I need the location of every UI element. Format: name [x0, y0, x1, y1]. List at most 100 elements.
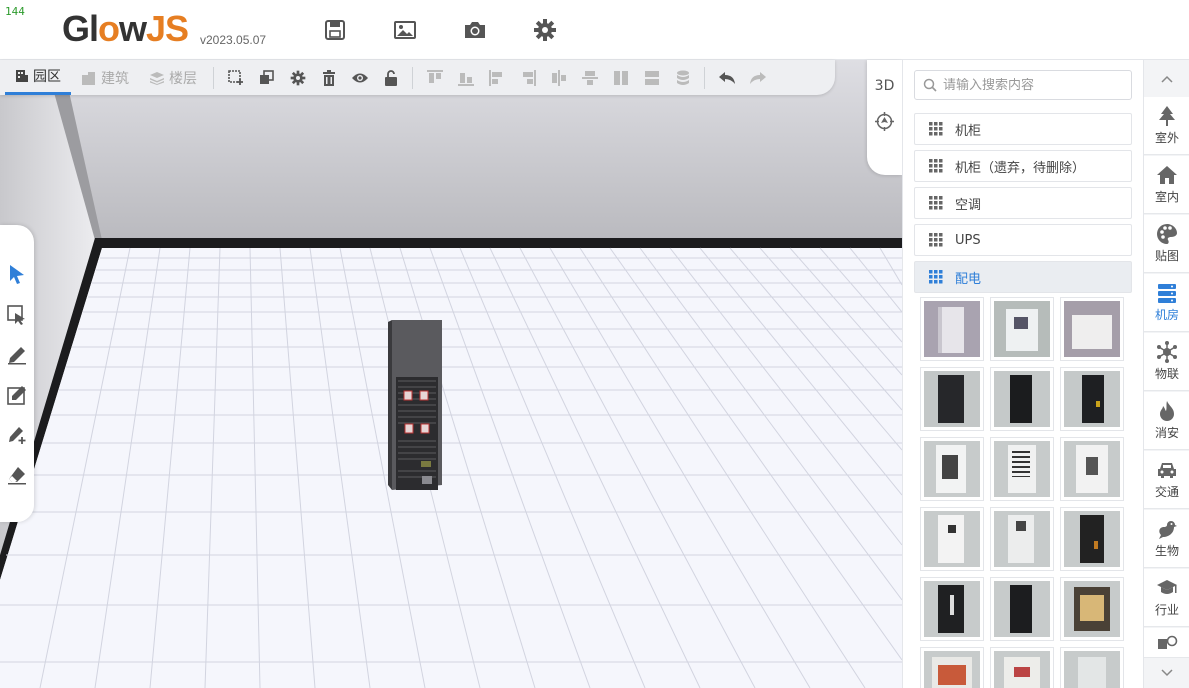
view-mode-toggle[interactable]: 3D: [867, 78, 902, 94]
sidebar-item-label: 交通: [1154, 485, 1179, 499]
sidebar-item-fire-safety[interactable]: 消安: [1144, 392, 1189, 450]
image-icon[interactable]: [393, 18, 417, 42]
model-thumbnail[interactable]: [920, 437, 984, 501]
model-thumbnail[interactable]: [920, 647, 984, 688]
model-thumbnail[interactable]: [1060, 507, 1124, 571]
model-thumbnail[interactable]: [990, 297, 1054, 361]
align-bottom-icon[interactable]: [450, 60, 481, 95]
gear-icon[interactable]: [533, 18, 557, 42]
logo-text-prefix: Gl: [62, 8, 99, 49]
stack-icon[interactable]: [667, 60, 698, 95]
model-thumbnail[interactable]: [920, 367, 984, 431]
category-power-distribution[interactable]: 配电: [914, 261, 1132, 293]
sidebar-item-label: 消安: [1154, 426, 1179, 440]
category-label: UPS: [955, 232, 981, 248]
shapes-icon: [1158, 635, 1178, 649]
logo-text-w: w: [119, 8, 147, 49]
model-thumbnail[interactable]: [990, 577, 1054, 641]
model-thumbnail[interactable]: [1060, 437, 1124, 501]
scroll-up-icon[interactable]: [1144, 64, 1189, 94]
pen-add-icon[interactable]: [6, 424, 28, 446]
align-right-icon[interactable]: [512, 60, 543, 95]
model-thumbnail[interactable]: [1060, 647, 1124, 688]
model-thumbnail[interactable]: [920, 507, 984, 571]
sidebar-item-label: 机房: [1154, 308, 1179, 322]
scene-canvas[interactable]: [0, 60, 902, 688]
copy-icon[interactable]: [251, 60, 282, 95]
save-icon[interactable]: [323, 18, 347, 42]
align-center-h-icon[interactable]: [543, 60, 574, 95]
sidebar-item-biology[interactable]: 生物: [1144, 510, 1189, 568]
server-icon: [1158, 284, 1176, 303]
scroll-down-icon[interactable]: [1144, 658, 1189, 688]
align-center-v-icon[interactable]: [574, 60, 605, 95]
pen-icon[interactable]: [6, 344, 28, 366]
sidebar-item-outdoor[interactable]: 室外: [1144, 97, 1189, 155]
logo-text-js: JS: [146, 8, 189, 49]
model-thumbnail[interactable]: [990, 437, 1054, 501]
camera-icon[interactable]: [463, 18, 487, 42]
category-label: 机柜: [955, 123, 982, 139]
tab-building[interactable]: 建筑: [71, 60, 139, 95]
undo-icon[interactable]: [711, 60, 742, 95]
tab-park[interactable]: 园区: [5, 60, 71, 95]
sidebar-item-texture[interactable]: 贴图: [1144, 215, 1189, 273]
model-thumbnail[interactable]: [1060, 297, 1124, 361]
add-object-icon[interactable]: [220, 60, 251, 95]
compass-icon[interactable]: [875, 112, 894, 135]
sidebar-item-label: 室外: [1154, 131, 1179, 145]
graduation-cap-icon: [1157, 580, 1177, 594]
fire-icon: [1160, 401, 1174, 421]
model-thumbnail[interactable]: [990, 647, 1054, 688]
sidebar-item-shapes[interactable]: [1144, 628, 1189, 658]
unlock-icon[interactable]: [375, 60, 406, 95]
3d-viewport[interactable]: [0, 60, 902, 688]
sidebar-item-industry[interactable]: 行业: [1144, 569, 1189, 627]
box-select-icon[interactable]: [6, 304, 28, 326]
model-thumbnail[interactable]: [1060, 577, 1124, 641]
app-logo[interactable]: GlowJS: [62, 8, 189, 50]
tab-floor[interactable]: 楼层: [139, 60, 207, 95]
sidebar-item-label: 室内: [1154, 190, 1179, 204]
sidebar-item-iot[interactable]: 物联: [1144, 333, 1189, 391]
category-cabinet[interactable]: 机柜: [914, 113, 1132, 145]
sidebar-item-server-room[interactable]: 机房: [1144, 274, 1189, 332]
model-library-panel: 机柜 机柜（遗弃，待删除） 空调 UPS 配电: [902, 60, 1143, 688]
edit-icon[interactable]: [6, 384, 28, 406]
distribute-v-icon[interactable]: [636, 60, 667, 95]
settings-icon[interactable]: [282, 60, 313, 95]
eraser-icon[interactable]: [6, 464, 28, 486]
sidebar-item-label: 行业: [1154, 603, 1179, 617]
search-input[interactable]: [943, 77, 1123, 93]
model-thumbnail[interactable]: [920, 297, 984, 361]
category-label: 机柜（遗弃，待删除）: [955, 160, 1086, 176]
model-thumbnail[interactable]: [1060, 367, 1124, 431]
select-pointer-icon[interactable]: [6, 263, 28, 285]
tab-building-label: 建筑: [101, 70, 129, 87]
category-sidebar: 室外 室内 贴图 机房 物联 消安 交通 生物 行业: [1143, 60, 1189, 688]
model-thumbnail[interactable]: [990, 507, 1054, 571]
trash-icon[interactable]: [313, 60, 344, 95]
align-top-icon[interactable]: [419, 60, 450, 95]
grid-icon: [929, 122, 943, 136]
align-left-icon[interactable]: [481, 60, 512, 95]
sidebar-item-label: 生物: [1154, 544, 1179, 558]
category-ups[interactable]: UPS: [914, 224, 1132, 256]
app-version: v2023.05.07: [200, 33, 267, 47]
building-icon: [16, 70, 28, 82]
buildings-icon: [82, 71, 95, 85]
category-cabinet-deprecated[interactable]: 机柜（遗弃，待删除）: [914, 150, 1132, 182]
category-air-conditioner[interactable]: 空调: [914, 187, 1132, 219]
eye-icon[interactable]: [344, 60, 375, 95]
redo-icon[interactable]: [742, 60, 773, 95]
model-thumbnail[interactable]: [990, 367, 1054, 431]
sidebar-item-indoor[interactable]: 室内: [1144, 156, 1189, 214]
distribute-h-icon[interactable]: [605, 60, 636, 95]
tab-floor-label: 楼层: [169, 70, 197, 87]
model-thumbnail[interactable]: [920, 577, 984, 641]
logo-text-o: o: [98, 8, 120, 49]
sidebar-item-traffic[interactable]: 交通: [1144, 451, 1189, 509]
cabinet-model: [388, 320, 442, 490]
toolbar-divider: [412, 66, 413, 89]
grid-icon: [929, 270, 943, 284]
